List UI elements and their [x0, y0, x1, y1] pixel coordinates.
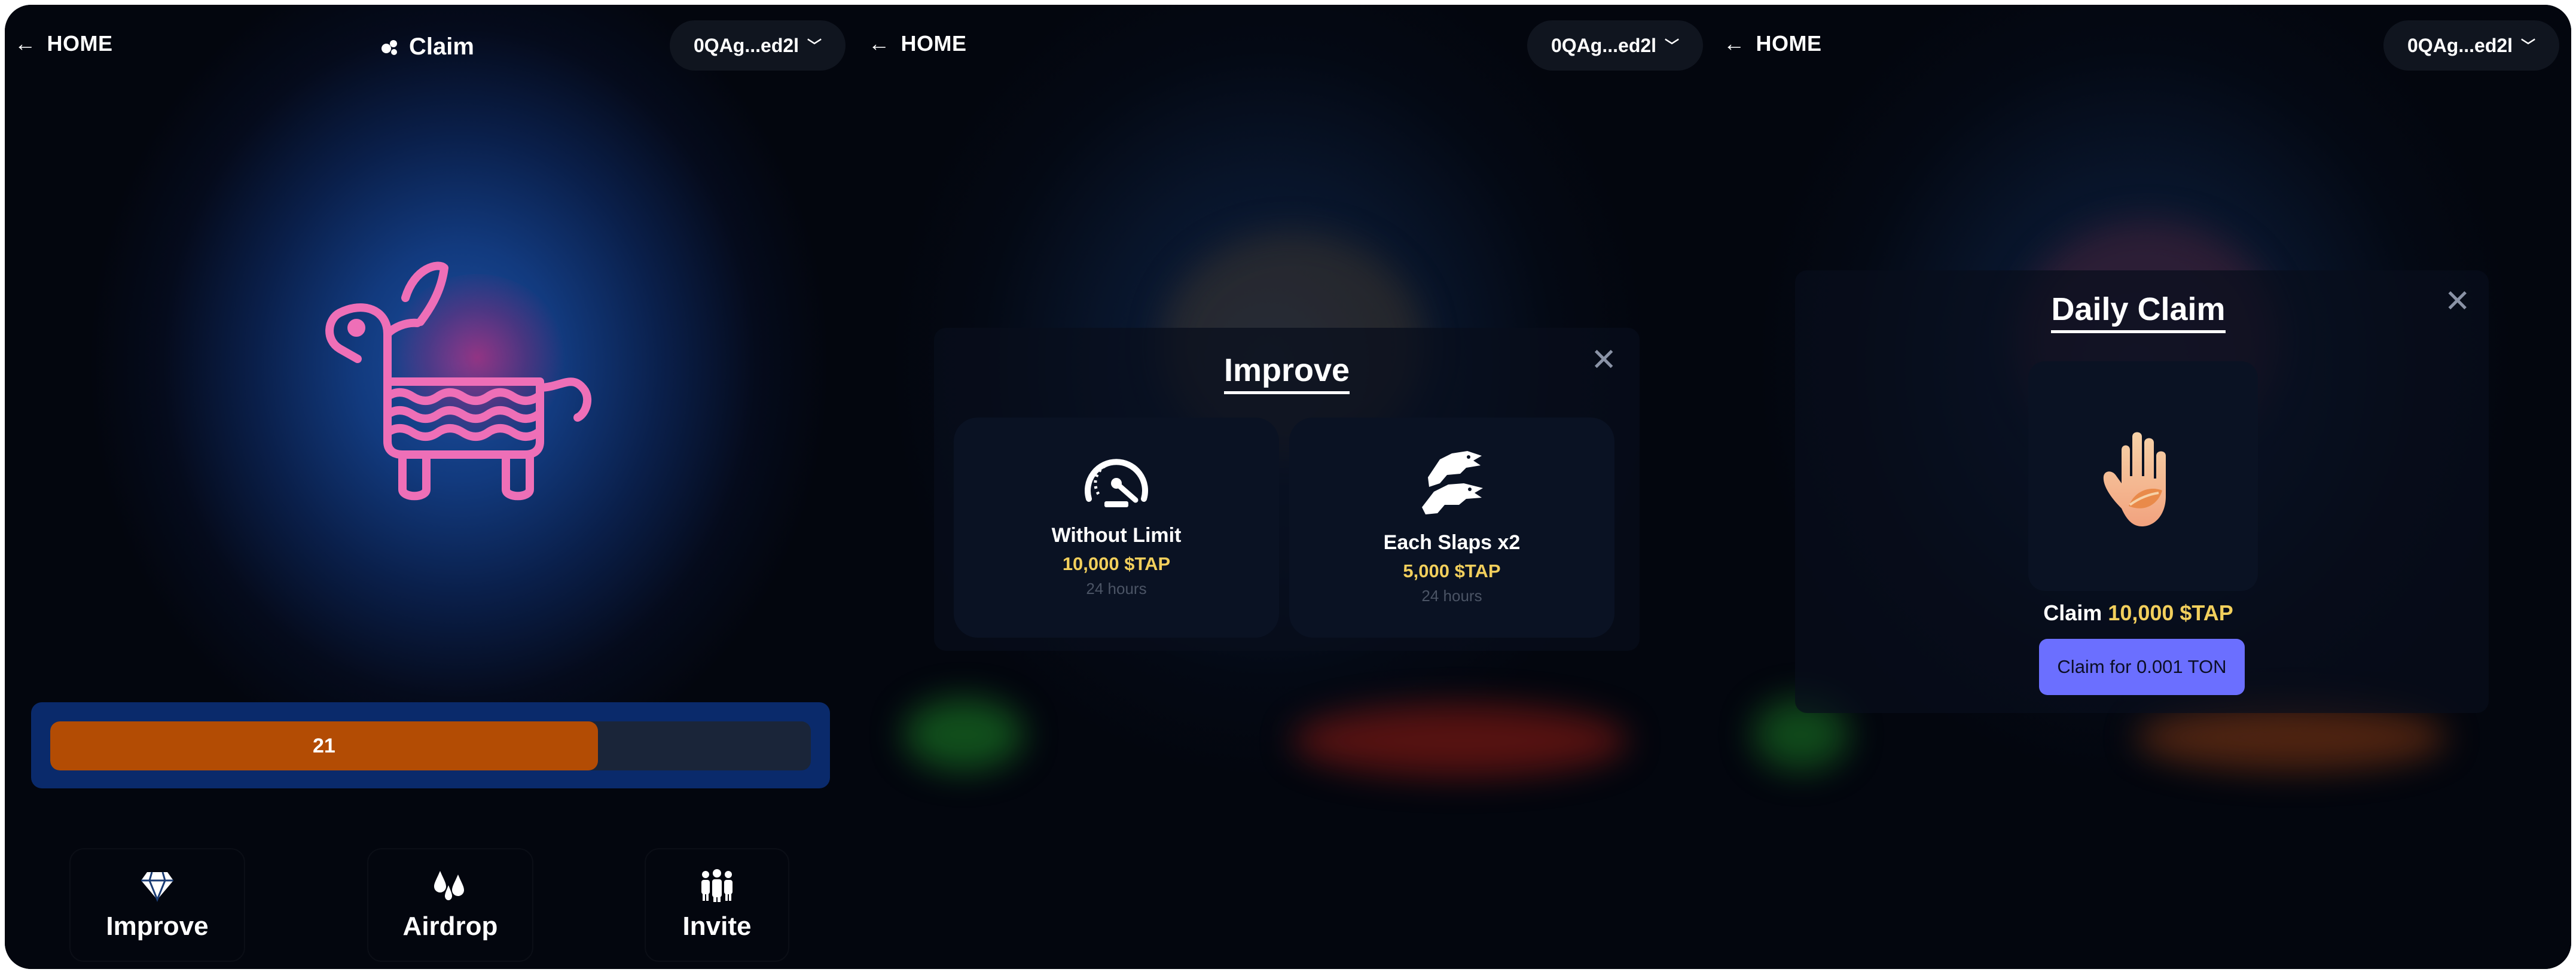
wallet-selector[interactable]: 0QAg...ed2l ﹀ [2383, 20, 2560, 71]
card-price: 5,000 $TAP [1403, 560, 1501, 581]
improve-modal: Improve ✕ Without Limit 10,000 $TAP 24 h… [934, 328, 1640, 651]
wallet-address: 0QAg...ed2l [1551, 34, 1657, 56]
home-link[interactable]: ← HOME [14, 31, 113, 56]
progress-track: 21 [50, 721, 811, 770]
page-title: Claim [379, 33, 474, 60]
blurred-orange [2136, 705, 2447, 770]
back-arrow-icon: ← [14, 31, 36, 56]
title-text: Claim [409, 33, 474, 60]
wallet-address: 0QAg...ed2l [2407, 34, 2513, 56]
wallet-selector[interactable]: 0QAg...ed2l ﹀ [670, 20, 846, 71]
wallet-selector[interactable]: 0QAg...ed2l ﹀ [1527, 20, 1704, 71]
home-link[interactable]: ← HOME [1723, 31, 1822, 56]
home-label: HOME [901, 31, 967, 56]
close-icon[interactable]: ✕ [1591, 345, 1617, 376]
modal-title: Daily Claim [1705, 291, 2571, 333]
group-icon [701, 869, 732, 902]
invite-label: Invite [682, 912, 752, 941]
blurred-green [904, 699, 1024, 770]
home-label: HOME [47, 31, 113, 56]
improve-screen: ← HOME 0QAg...ed2l ﹀ Improve ✕ Without L… [850, 5, 1705, 969]
dragons-icon [1422, 451, 1483, 514]
improve-button[interactable]: Improve [69, 848, 245, 962]
claim-reward-text: Claim 10,000 $TAP [2043, 601, 2233, 625]
card-title: Each Slaps x2 [1383, 531, 1521, 554]
progress-container: 21 [31, 702, 830, 788]
home-label: HOME [1756, 31, 1822, 56]
upgrade-card-each-slaps[interactable]: Each Slaps x2 5,000 $TAP 24 hours [1289, 418, 1614, 638]
drops-icon [434, 871, 464, 900]
chevron-down-icon: ﹀ [807, 38, 822, 54]
claim-screen: ← HOME Claim 0QAg...ed2l ﹀ 21 Improve Ai… [5, 5, 850, 969]
chevron-down-icon: ﹀ [2521, 38, 2536, 54]
close-icon[interactable]: ✕ [2444, 286, 2471, 317]
progress-label: 21 [313, 735, 335, 757]
hand-icon [2103, 432, 2166, 526]
pinata-icon[interactable] [316, 244, 627, 519]
card-duration: 24 hours [1086, 580, 1147, 598]
improve-label: Improve [106, 912, 209, 941]
blurred-red [1293, 705, 1628, 776]
chevron-down-icon: ﹀ [1665, 38, 1680, 54]
airdrop-label: Airdrop [402, 912, 498, 941]
back-arrow-icon: ← [1723, 31, 1745, 56]
claim-amount: 10,000 $TAP [2108, 601, 2233, 625]
daily-reward-card [2028, 361, 2258, 591]
card-price: 10,000 $TAP [1062, 553, 1171, 574]
card-duration: 24 hours [1421, 587, 1482, 605]
airdrop-button[interactable]: Airdrop [367, 848, 533, 962]
speedometer-icon [1085, 459, 1148, 507]
invite-button[interactable]: Invite [645, 848, 789, 962]
app-frame: ← HOME Claim 0QAg...ed2l ﹀ 21 Improve Ai… [5, 5, 2571, 969]
back-arrow-icon: ← [868, 31, 890, 56]
upgrade-card-without-limit[interactable]: Without Limit 10,000 $TAP 24 hours [954, 418, 1279, 638]
card-title: Without Limit [1051, 524, 1182, 547]
home-link[interactable]: ← HOME [868, 31, 967, 56]
diamond-icon [141, 872, 173, 902]
modal-title: Improve [934, 352, 1640, 394]
claim-button[interactable]: Claim for 0.001 TON [2039, 639, 2245, 695]
daily-claim-screen: ← HOME 0QAg...ed2l ﹀ Daily Claim ✕ Claim… [1705, 5, 2571, 969]
wallet-address: 0QAg...ed2l [694, 34, 799, 56]
claim-icon [381, 39, 397, 55]
